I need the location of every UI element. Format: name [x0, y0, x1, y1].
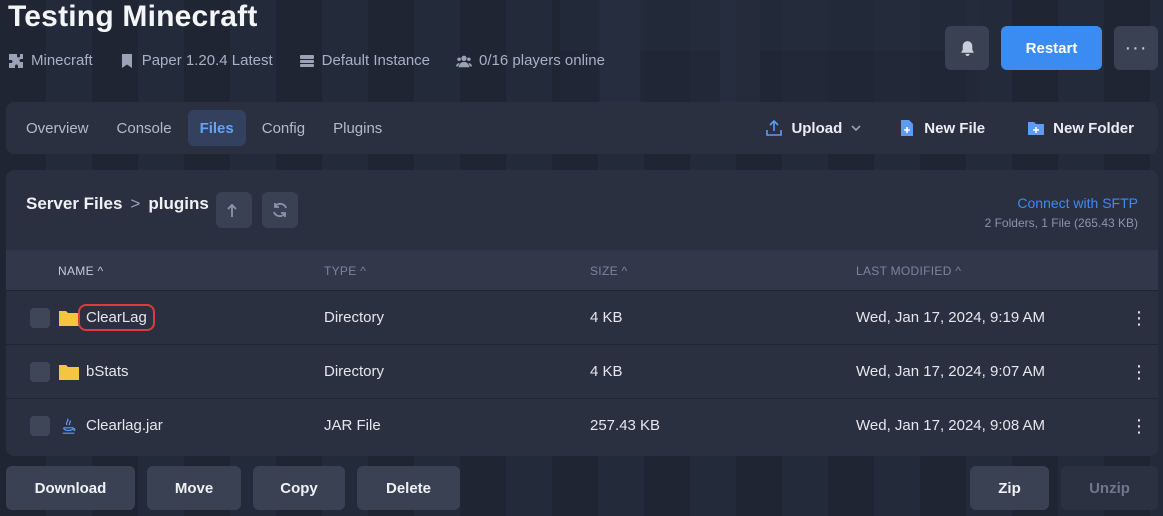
meta-game-label: Minecraft	[31, 52, 93, 69]
file-size: 4 KB	[590, 309, 623, 326]
row-checkbox[interactable]	[30, 362, 50, 382]
table-row[interactable]: ClearLag Directory 4 KB Wed, Jan 17, 202…	[6, 290, 1158, 344]
file-size: 4 KB	[590, 363, 623, 380]
puzzle-icon	[9, 53, 23, 68]
upload-icon	[766, 119, 783, 136]
tab-overview[interactable]: Overview	[14, 110, 101, 146]
column-modified[interactable]: LAST MODIFIED ^	[856, 264, 961, 278]
new-file-icon	[901, 120, 914, 136]
row-checkbox[interactable]	[30, 308, 50, 328]
more-options-button[interactable]: ···	[1114, 26, 1158, 70]
column-name[interactable]: NAME ^	[58, 264, 103, 278]
tab-config[interactable]: Config	[250, 110, 317, 146]
column-type-label: TYPE	[324, 264, 357, 278]
chevron-right-icon: >	[130, 194, 141, 213]
file-size: 257.43 KB	[590, 417, 661, 434]
refresh-icon	[273, 202, 287, 218]
connect-sftp-link[interactable]: Connect with SFTP	[1017, 195, 1138, 211]
tab-plugins[interactable]: Plugins	[321, 110, 394, 146]
unzip-button[interactable]: Unzip	[1061, 466, 1158, 510]
meta-game: Minecraft	[8, 52, 93, 69]
meta-version-label: Paper 1.20.4 Latest	[141, 52, 273, 69]
folder-icon	[59, 311, 79, 326]
zip-button[interactable]: Zip	[970, 466, 1049, 510]
java-icon	[62, 418, 76, 434]
meta-players-label: 0/16 players online	[479, 52, 605, 69]
table-header: NAME ^ TYPE ^ SIZE ^ LAST MODIFIED ^	[6, 250, 1158, 290]
restart-button[interactable]: Restart	[1001, 26, 1102, 70]
sort-asc-icon: ^	[360, 264, 367, 278]
table-row[interactable]: bStats Directory 4 KB Wed, Jan 17, 2024,…	[6, 344, 1158, 398]
sort-asc-icon: ^	[97, 264, 104, 278]
breadcrumb-current: plugins	[148, 194, 209, 213]
new-folder-label: New Folder	[1053, 119, 1134, 137]
tab-files[interactable]: Files	[187, 110, 246, 146]
refresh-button[interactable]	[262, 192, 298, 228]
row-menu-icon[interactable]: ⋮	[1130, 307, 1148, 329]
bookmark-icon	[121, 53, 132, 68]
tab-list: Overview Console Files Config Plugins	[14, 110, 398, 146]
column-size[interactable]: SIZE ^	[590, 264, 627, 278]
file-type: Directory	[324, 363, 385, 380]
file-modified: Wed, Jan 17, 2024, 9:19 AM	[856, 309, 1046, 326]
delete-button[interactable]: Delete	[357, 466, 460, 510]
server-navbar: Overview Console Files Config Plugins Up…	[6, 102, 1158, 154]
copy-button[interactable]: Copy	[253, 466, 345, 510]
files-panel: Server Files > plugins Connect with SFTP…	[6, 170, 1158, 456]
server-meta: Minecraft Paper 1.20.4 Latest Default In…	[8, 52, 605, 69]
file-type: Directory	[324, 309, 385, 326]
folder-summary: 2 Folders, 1 File (265.43 KB)	[984, 216, 1138, 230]
row-checkbox[interactable]	[30, 416, 50, 436]
server-icon	[299, 54, 314, 67]
file-name[interactable]: bStats	[86, 363, 129, 380]
column-modified-label: LAST MODIFIED	[856, 264, 952, 278]
file-modified: Wed, Jan 17, 2024, 9:07 AM	[856, 363, 1046, 380]
parent-directory-button[interactable]	[216, 192, 252, 228]
download-button[interactable]: Download	[6, 466, 135, 510]
file-name[interactable]: Clearlag.jar	[86, 417, 163, 434]
move-button[interactable]: Move	[147, 466, 241, 510]
meta-instance: Default Instance	[299, 52, 430, 69]
notifications-button[interactable]	[945, 26, 989, 70]
row-menu-icon[interactable]: ⋮	[1130, 361, 1148, 383]
sort-asc-icon: ^	[621, 264, 628, 278]
table-row[interactable]: Clearlag.jar JAR File 257.43 KB Wed, Jan…	[6, 398, 1158, 452]
new-file-button[interactable]: New File	[886, 110, 997, 146]
meta-instance-label: Default Instance	[321, 52, 431, 69]
new-file-label: New File	[924, 119, 986, 137]
users-icon	[456, 55, 473, 67]
new-folder-icon	[1028, 122, 1045, 135]
folder-icon	[59, 365, 79, 380]
meta-version: Paper 1.20.4 Latest	[119, 52, 273, 69]
file-type: JAR File	[324, 417, 381, 434]
upload-label: Upload	[791, 119, 843, 137]
file-actions: Upload New File New Folder	[753, 110, 1146, 146]
sort-asc-icon: ^	[955, 264, 962, 278]
column-type[interactable]: TYPE ^	[324, 264, 366, 278]
column-size-label: SIZE	[590, 264, 618, 278]
upload-button[interactable]: Upload	[753, 110, 874, 146]
file-modified: Wed, Jan 17, 2024, 9:08 AM	[856, 417, 1046, 434]
breadcrumb: Server Files > plugins	[26, 194, 209, 214]
file-name[interactable]: ClearLag	[78, 304, 155, 331]
level-up-icon	[227, 203, 237, 217]
row-menu-icon[interactable]: ⋮	[1130, 415, 1148, 437]
page-title: Testing Minecraft	[8, 0, 258, 33]
tab-console[interactable]: Console	[105, 110, 184, 146]
chevron-down-icon	[851, 125, 861, 132]
column-name-label: NAME	[58, 264, 94, 278]
breadcrumb-root[interactable]: Server Files	[26, 194, 122, 214]
new-folder-button[interactable]: New Folder	[1015, 110, 1146, 146]
bell-icon	[960, 40, 974, 56]
meta-players: 0/16 players online	[456, 52, 605, 69]
